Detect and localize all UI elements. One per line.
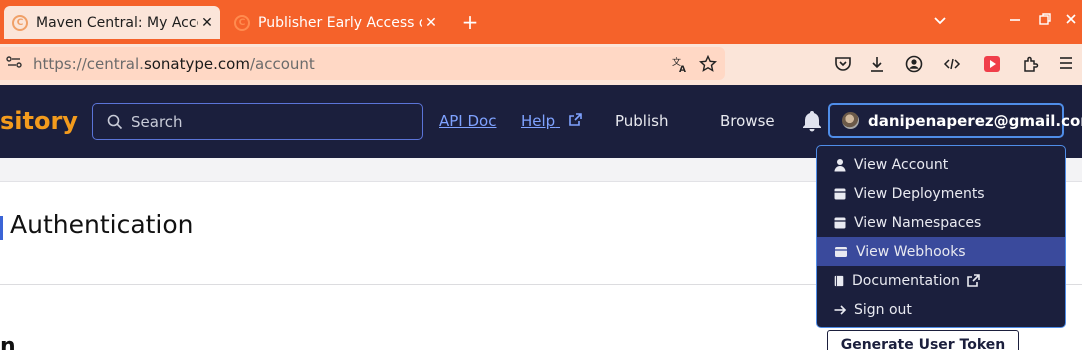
tab-maven-central[interactable]: C Maven Central: My Accou ✕ [4, 6, 220, 39]
user-menu-button[interactable]: danipenaperez@gmail.com [828, 103, 1082, 138]
tab-title: Maven Central: My Accou [36, 14, 198, 31]
user-icon [834, 158, 846, 171]
url-text: https://central.sonatype.com/account [33, 54, 315, 73]
tab-publisher-early-access[interactable]: C Publisher Early Access on ✕ [226, 6, 444, 39]
browse-nav[interactable]: Browse [720, 112, 775, 130]
devtools-icon[interactable] [941, 55, 963, 77]
search-placeholder: Search [131, 112, 183, 131]
publish-nav[interactable]: Publish [615, 112, 668, 130]
help-link[interactable]: Help [521, 112, 582, 130]
youtube-extension-icon[interactable] [981, 55, 1003, 77]
section-heading-partial: n [0, 334, 16, 350]
search-icon [107, 114, 123, 129]
extensions-icon[interactable] [1019, 55, 1041, 77]
tab-title: Publisher Early Access on [258, 14, 422, 31]
page-title: Authentication [10, 210, 194, 239]
menu-item-view-deployments[interactable]: View Deployments [817, 179, 1065, 208]
site-info-icon[interactable] [6, 55, 28, 73]
pocket-icon[interactable] [832, 55, 854, 77]
menu-item-view-account[interactable]: View Account [817, 150, 1065, 179]
menu-item-documentation[interactable]: Documentation [817, 266, 1065, 295]
package-icon [834, 188, 846, 199]
bookmark-star-icon[interactable] [698, 54, 718, 77]
user-dropdown-menu: View Account View Deployments View Names… [816, 145, 1066, 328]
external-link-icon [967, 274, 980, 287]
package-icon [834, 217, 846, 228]
browser-window-icon [835, 246, 847, 257]
translate-icon[interactable]: 文A [670, 55, 690, 77]
download-icon[interactable] [866, 55, 888, 77]
menu-item-view-webhooks[interactable]: View Webhooks [817, 237, 1065, 266]
address-bar[interactable]: https://central.sonatype.com/account 文A [0, 47, 725, 80]
title-accent-bar [0, 216, 3, 240]
close-window-icon[interactable] [1061, 12, 1081, 30]
external-link-icon [569, 113, 582, 126]
restore-icon[interactable] [1035, 12, 1055, 30]
generate-user-token-button[interactable]: Generate User Token [827, 330, 1019, 350]
bell-icon[interactable] [800, 109, 824, 133]
tab-close-icon[interactable]: ✕ [198, 15, 216, 31]
account-icon[interactable] [903, 55, 925, 77]
menu-item-sign-out[interactable]: Sign out [817, 295, 1065, 324]
svg-text:A: A [679, 65, 686, 73]
tab-list-chevron-icon[interactable] [930, 12, 950, 30]
menu-icon[interactable] [1055, 55, 1077, 75]
sonatype-favicon-icon: C [12, 14, 28, 31]
avatar [842, 112, 859, 129]
new-tab-button[interactable]: + [459, 10, 481, 34]
browser-toolbar: https://central.sonatype.com/account 文A [0, 44, 1082, 85]
tab-close-icon[interactable]: ✕ [422, 15, 440, 31]
arrow-right-icon [834, 304, 847, 315]
user-email: danipenaperez@gmail.com [868, 111, 1082, 130]
browser-tab-strip: C Maven Central: My Accou ✕ C Publisher … [0, 0, 1082, 44]
sonatype-favicon-icon: C [234, 14, 250, 31]
minimize-icon[interactable] [1005, 12, 1025, 30]
menu-item-view-namespaces[interactable]: View Namespaces [817, 208, 1065, 237]
search-input[interactable]: Search [92, 103, 423, 140]
book-icon [834, 275, 844, 286]
api-doc-link[interactable]: API Doc [439, 112, 496, 130]
brand-logo-text[interactable]: sitory [0, 107, 78, 135]
